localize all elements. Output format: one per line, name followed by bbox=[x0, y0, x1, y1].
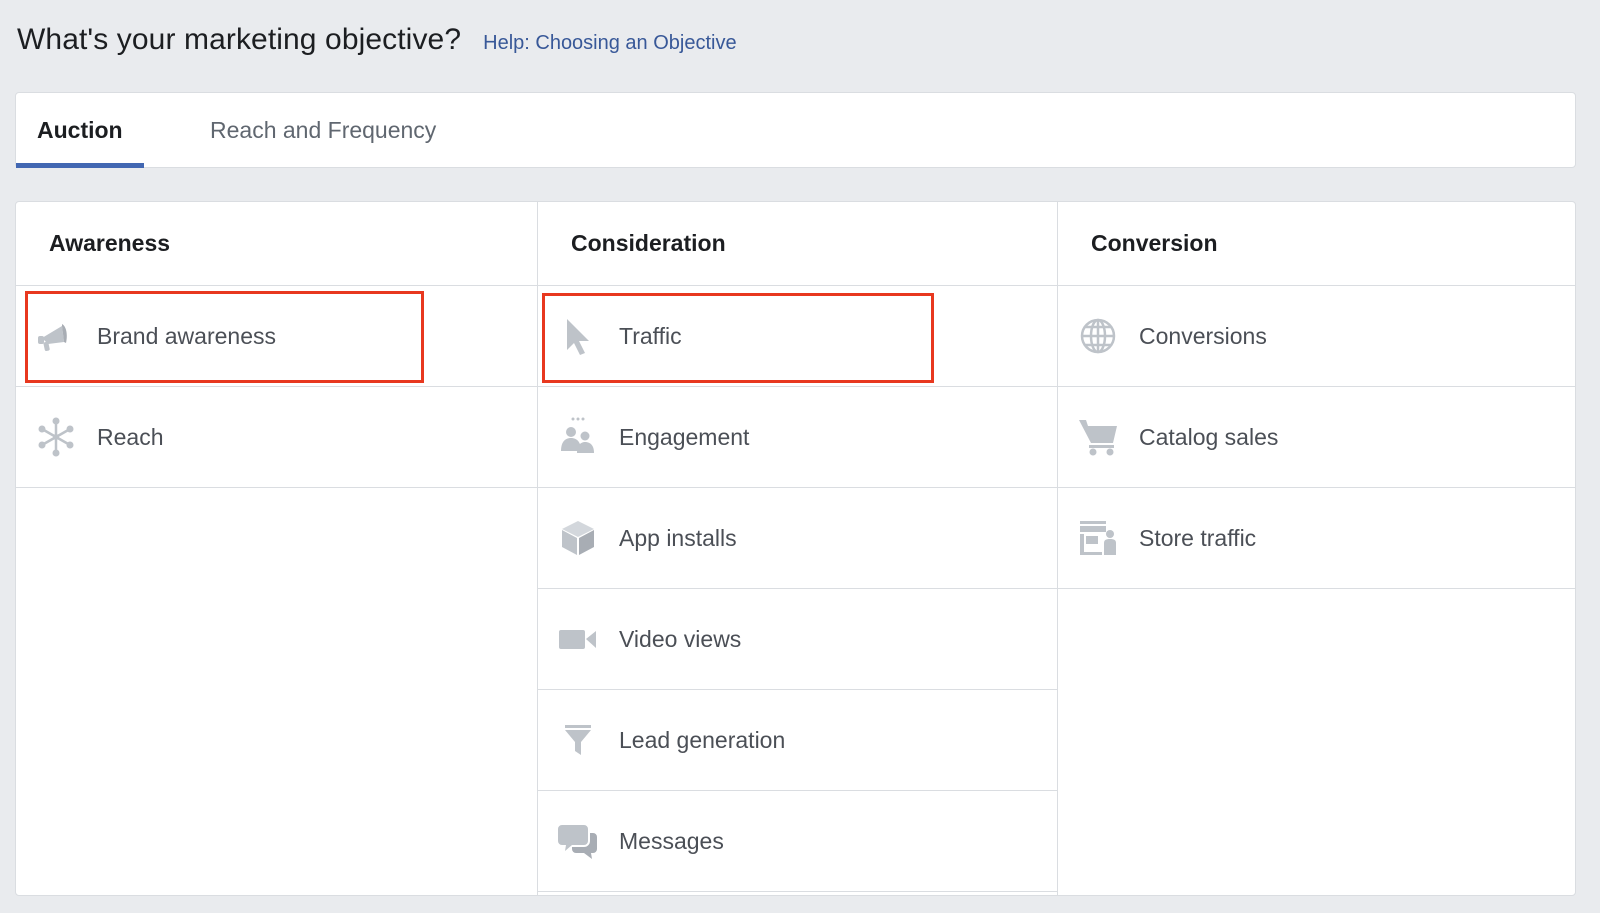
objective-lead-generation[interactable]: Lead generation bbox=[538, 690, 1058, 791]
storefront-person-icon bbox=[1080, 521, 1116, 555]
active-tab-indicator bbox=[16, 163, 144, 168]
funnel-icon bbox=[565, 725, 591, 755]
tab-reach-and-frequency-label: Reach and Frequency bbox=[210, 116, 437, 143]
objective-label: Lead generation bbox=[619, 726, 786, 753]
video-camera-icon bbox=[559, 630, 596, 649]
objective-label: Messages bbox=[619, 827, 724, 854]
help-choosing-objective-link[interactable]: Help: Choosing an Objective bbox=[483, 32, 736, 55]
highlight-box bbox=[542, 293, 934, 383]
objective-label: Store traffic bbox=[1139, 524, 1257, 551]
objective-label: App installs bbox=[619, 524, 737, 551]
objective-store-traffic[interactable]: Store traffic bbox=[1058, 488, 1575, 589]
awareness-heading: Awareness bbox=[16, 202, 537, 286]
tab-auction-label: Auction bbox=[37, 116, 123, 143]
objective-label: Catalog sales bbox=[1139, 423, 1279, 450]
consideration-heading: Consideration bbox=[538, 202, 1058, 286]
cursor-icon bbox=[567, 319, 589, 355]
objective-traffic[interactable]: Traffic bbox=[538, 286, 1058, 387]
objective-engagement[interactable]: Engagement bbox=[538, 387, 1058, 488]
cube-icon bbox=[562, 521, 594, 555]
objective-label: Conversions bbox=[1139, 322, 1267, 349]
people-icon bbox=[561, 417, 594, 453]
objective-tabs: Auction Reach and Frequency bbox=[15, 92, 1576, 168]
objective-app-installs[interactable]: App installs bbox=[538, 488, 1058, 589]
consideration-column: Consideration Traffic Engagement App ins… bbox=[537, 202, 1058, 895]
globe-icon bbox=[1080, 318, 1116, 354]
shopping-cart-icon bbox=[1079, 420, 1117, 456]
objective-catalog-sales[interactable]: Catalog sales bbox=[1058, 387, 1575, 488]
objective-conversions[interactable]: Conversions bbox=[1058, 286, 1575, 387]
objective-label: Reach bbox=[97, 423, 164, 450]
objective-reach[interactable]: Reach bbox=[16, 387, 537, 488]
tab-auction[interactable]: Auction bbox=[16, 93, 165, 168]
objective-messages[interactable]: Messages bbox=[538, 791, 1058, 892]
conversion-column: Conversion Conversions Catalog sales Sto… bbox=[1057, 202, 1575, 895]
chat-bubbles-icon bbox=[558, 825, 597, 859]
megaphone-icon bbox=[38, 324, 67, 352]
objective-label: Engagement bbox=[619, 423, 750, 450]
objective-label: Traffic bbox=[619, 322, 682, 349]
objective-label: Video views bbox=[619, 625, 742, 652]
conversion-heading: Conversion bbox=[1058, 202, 1575, 286]
objective-video-views[interactable]: Video views bbox=[538, 589, 1058, 690]
objective-grid: Awareness Brand awareness Reach Consider… bbox=[15, 201, 1576, 896]
objective-label: Brand awareness bbox=[97, 322, 276, 349]
page-title: What's your marketing objective? bbox=[17, 23, 462, 56]
objective-brand-awareness[interactable]: Brand awareness bbox=[16, 286, 537, 387]
asterisk-network-icon bbox=[38, 417, 74, 457]
awareness-column: Awareness Brand awareness Reach bbox=[16, 202, 537, 895]
tab-reach-and-frequency[interactable]: Reach and Frequency bbox=[210, 93, 436, 167]
page-header: What's your marketing objective? Help: C… bbox=[17, 18, 737, 62]
